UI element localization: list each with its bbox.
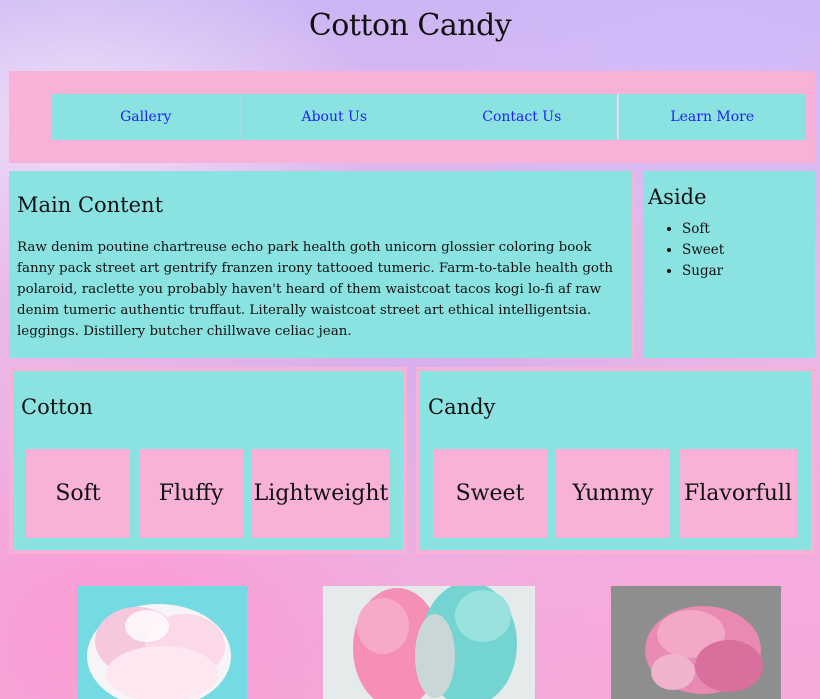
main-heading: Main Content xyxy=(17,193,164,217)
main-paragraph: Raw denim poutine chartreuse echo park h… xyxy=(17,240,613,339)
candy-box-sweet: Sweet xyxy=(433,449,547,538)
cotton-panel-inner: Cotton Soft Fluffy Lightweight xyxy=(13,371,403,550)
page-title: Cotton Candy xyxy=(308,8,512,43)
nav-link-about-us[interactable]: About Us xyxy=(241,94,429,140)
candy-panel: Candy Sweet Yummy Flavorfull xyxy=(416,367,815,554)
nav-link-gallery[interactable]: Gallery xyxy=(52,94,241,140)
main-content: Main Content Raw denim poutine chartreus… xyxy=(9,171,635,358)
cotton-candy-photo xyxy=(611,586,781,699)
candy-panel-inner: Candy Sweet Yummy Flavorfull xyxy=(420,371,811,550)
cotton-heading: Cotton xyxy=(21,395,93,419)
aside-heading: Aside xyxy=(648,185,707,209)
cotton-box-soft: Soft xyxy=(26,449,130,538)
candy-boxes: Sweet Yummy Flavorfull xyxy=(433,449,797,538)
nav-link-learn-more[interactable]: Learn More xyxy=(616,94,807,140)
cotton-boxes: Soft Fluffy Lightweight xyxy=(26,449,390,538)
aside: Aside Soft Sweet Sugar xyxy=(643,171,815,358)
aside-list: Soft Sweet Sugar xyxy=(648,219,809,282)
aside-list-item: Soft xyxy=(682,219,809,240)
cotton-panel: Cotton Soft Fluffy Lightweight xyxy=(9,367,407,554)
cotton-box-fluffy: Fluffy xyxy=(139,449,243,538)
candy-box-yummy: Yummy xyxy=(556,449,670,538)
candy-heading: Candy xyxy=(428,395,496,419)
cotton-candy-photo xyxy=(323,586,535,699)
candy-box-flavorfull: Flavorfull xyxy=(679,449,797,538)
nav-container: Gallery About Us Contact Us Learn More xyxy=(9,71,815,163)
cotton-candy-photo xyxy=(77,586,247,699)
main-nav: Gallery About Us Contact Us Learn More xyxy=(52,94,806,140)
aside-list-item: Sweet xyxy=(682,240,809,261)
aside-list-item: Sugar xyxy=(682,261,809,282)
nav-link-contact-us[interactable]: Contact Us xyxy=(428,94,617,140)
cotton-box-lightweight: Lightweight xyxy=(252,449,390,538)
